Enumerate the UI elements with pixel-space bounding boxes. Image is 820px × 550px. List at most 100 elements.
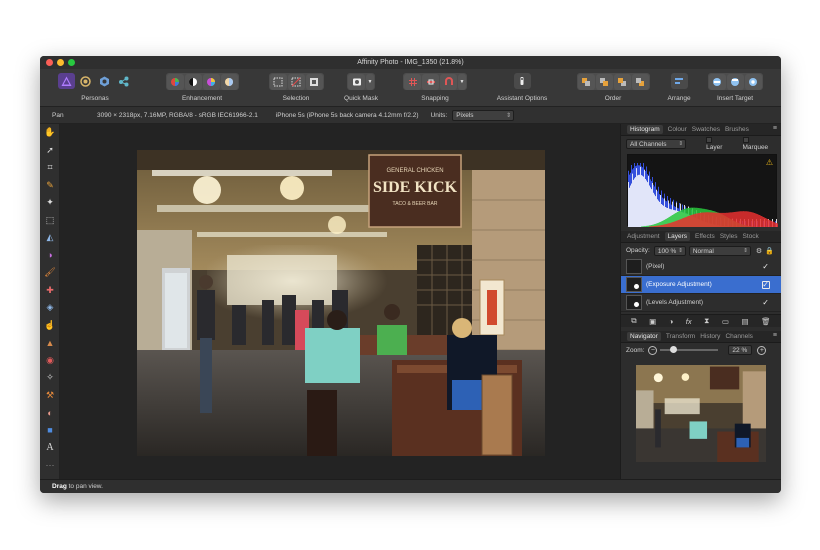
healing-icon[interactable]: ✚ (40, 282, 60, 300)
layer-row-pixel[interactable]: (Pixel) ✓ (621, 258, 781, 276)
move-icon[interactable]: ➚ (40, 142, 60, 160)
panel-menu-icon[interactable]: ≡ (773, 125, 777, 132)
tab-effects[interactable]: Effects (695, 233, 715, 240)
export-persona-icon[interactable] (115, 73, 132, 89)
channel-select[interactable]: All Channels (626, 139, 687, 149)
layer-row-exposure[interactable]: (Exposure Adjustment) ✓ (621, 276, 781, 294)
red-eye-icon[interactable]: ◉ (40, 352, 60, 370)
snapping-dropdown-icon[interactable]: ▼ (458, 74, 466, 90)
tab-histogram[interactable]: Histogram (627, 125, 663, 134)
tab-navigator[interactable]: Navigator (627, 332, 661, 341)
tab-channels[interactable]: Channels (725, 333, 752, 340)
dodge-icon[interactable]: ◐ (40, 404, 60, 422)
auto-colors-icon[interactable] (202, 74, 220, 90)
flood-fill-icon[interactable]: ◭ (40, 229, 60, 247)
auto-white-balance-icon[interactable] (220, 74, 238, 90)
tab-transform[interactable]: Transform (666, 333, 695, 340)
move-to-front-icon[interactable] (631, 74, 649, 90)
text-icon[interactable]: A (40, 439, 60, 457)
zoom-out-icon[interactable]: − (648, 345, 658, 355)
tab-colour[interactable]: Colour (668, 126, 687, 133)
marquee-toggle[interactable]: Marquee (742, 137, 777, 151)
blemish-icon[interactable]: ✧ (40, 369, 60, 387)
deselect-icon[interactable] (287, 74, 305, 90)
blend-mode-select[interactable]: Normal (688, 245, 751, 256)
shape-icon[interactable]: ■ (40, 422, 60, 440)
zoom-value[interactable]: 22 % (728, 345, 753, 355)
erase-icon[interactable]: ⚒ (40, 387, 60, 405)
layer-toggle[interactable]: Layer (706, 137, 730, 151)
adjustment-icon[interactable]: ◑ (669, 317, 674, 326)
insert-behind-icon[interactable] (708, 74, 726, 90)
add-layer-icon[interactable]: ▤ (742, 317, 749, 326)
paint-brush-icon[interactable]: 🖌 (40, 264, 60, 282)
move-forward-one-icon[interactable] (613, 74, 631, 90)
delete-layer-icon[interactable]: 🗑 (761, 317, 771, 326)
quick-mask-icon[interactable] (348, 74, 365, 90)
gradient-icon[interactable]: ◑ (40, 247, 60, 265)
hand-icon[interactable]: ✋ (40, 124, 60, 142)
navigator-tabs: Navigator Transform History Channels ≡ (621, 331, 781, 343)
navigator-preview[interactable] (636, 365, 766, 462)
sharpen-icon[interactable]: ✦ (40, 194, 60, 212)
insert-top-icon[interactable] (726, 74, 744, 90)
navigator-menu-icon[interactable]: ≡ (773, 332, 777, 339)
warning-icon[interactable]: ⚠ (766, 158, 773, 167)
visibility-check-icon[interactable]: ✓ (762, 298, 769, 307)
tab-layers[interactable]: Layers (664, 232, 691, 241)
close-window-button[interactable] (46, 59, 53, 66)
enhancement-group: Enhancement (158, 73, 246, 107)
snapping-icon[interactable] (422, 74, 439, 90)
tab-history[interactable]: History (700, 333, 720, 340)
insert-inside-icon[interactable] (744, 74, 762, 90)
grid-icon[interactable] (404, 74, 421, 90)
marquee-checkbox[interactable] (742, 137, 749, 144)
mask-icon[interactable]: ▣ (649, 317, 656, 326)
tab-styles[interactable]: Styles (720, 233, 738, 240)
layer-checkbox[interactable] (706, 137, 713, 144)
assistant-icon[interactable] (513, 73, 531, 89)
live-filter-icon[interactable]: ⧗ (704, 316, 709, 326)
maximize-window-button[interactable] (68, 59, 75, 66)
develop-persona-icon[interactable] (96, 73, 113, 89)
tab-swatches[interactable]: Swatches (692, 126, 720, 133)
visibility-check-icon[interactable]: ✓ (762, 262, 769, 271)
zoom-slider[interactable] (660, 346, 719, 353)
group-icon[interactable]: ▭ (722, 317, 729, 326)
magnet-icon[interactable] (440, 74, 457, 90)
smudge-icon[interactable]: ☝ (40, 317, 60, 335)
burn-icon[interactable]: ▲ (40, 334, 60, 352)
canvas-area[interactable]: GENERAL CHICKEN SIDE KICK TACO & BEER BA… (60, 124, 620, 479)
color-picker-icon[interactable]: ✎ (40, 177, 60, 195)
document-photo[interactable]: GENERAL CHICKEN SIDE KICK TACO & BEER BA… (137, 150, 545, 456)
units-select[interactable]: Pixels (452, 109, 515, 121)
select-all-icon[interactable] (269, 74, 287, 90)
tab-adjustment[interactable]: Adjustment (627, 233, 660, 240)
auto-levels-icon[interactable] (166, 74, 184, 90)
layer-stack-icon[interactable]: ⧉ (631, 316, 636, 326)
lock-icon[interactable]: 🔒 (765, 247, 774, 255)
app-window: Affinity Photo - IMG_1350 (21.8%) Person… (40, 56, 781, 493)
invert-selection-icon[interactable] (305, 74, 323, 90)
auto-contrast-icon[interactable] (184, 74, 202, 90)
photo-persona-icon[interactable] (58, 73, 75, 89)
crop-icon[interactable]: ⌗ (40, 159, 60, 177)
minimize-window-button[interactable] (57, 59, 64, 66)
opacity-input[interactable]: 100 % (653, 245, 686, 256)
tab-stock[interactable]: Stock (743, 233, 759, 240)
zoom-slider-knob[interactable] (670, 346, 678, 353)
more-icon[interactable]: ⋯ (40, 457, 60, 475)
quick-mask-dropdown-icon[interactable]: ▼ (366, 74, 374, 90)
marquee-icon[interactable]: ⬚ (40, 212, 60, 230)
liquify-persona-icon[interactable] (77, 73, 94, 89)
align-icon[interactable] (670, 73, 688, 89)
tab-brushes[interactable]: Brushes (725, 126, 749, 133)
clone-icon[interactable]: ◈ (40, 299, 60, 317)
zoom-in-icon[interactable]: + (757, 345, 767, 355)
layer-settings-icon[interactable]: ⚙ (756, 247, 762, 255)
histogram-options: All Channels Layer Marquee (621, 136, 781, 152)
move-back-one-icon[interactable] (595, 74, 613, 90)
layer-row-levels[interactable]: (Levels Adjustment) ✓ (621, 294, 781, 312)
move-to-back-icon[interactable] (577, 74, 595, 90)
fx-icon[interactable]: fx (686, 317, 692, 326)
